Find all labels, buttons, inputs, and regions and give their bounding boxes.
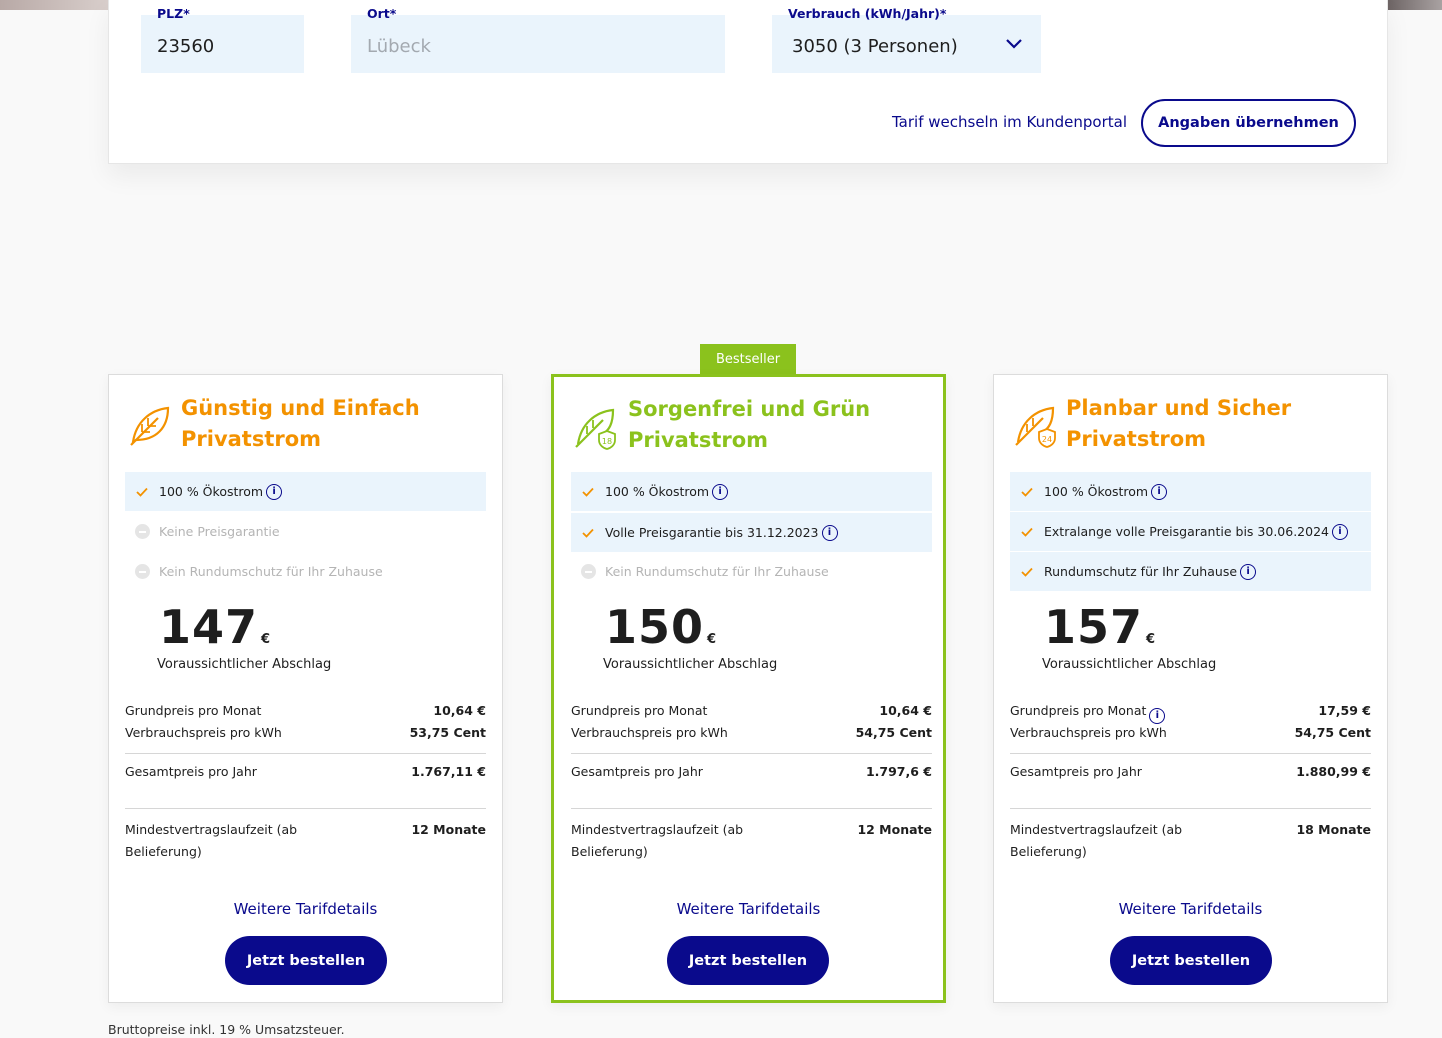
feature-label: 100 % Ökostrom — [1044, 484, 1149, 499]
feature-preisgarantie: Keine Preisgarantie — [125, 512, 486, 551]
feature-rundumschutz: Rundumschutz für Ihr Zuhause i — [1010, 552, 1371, 591]
chevron-down-icon — [1006, 39, 1022, 49]
tariff-title-line2: Privatstrom — [181, 427, 322, 451]
laufzeit-row: Mindestvertragslaufzeit (ab Belieferung) 1… — [125, 822, 486, 859]
feature-rundumschutz: Kein Rundumschutz für Ihr Zuhause — [125, 552, 486, 591]
leaf-shield-icon: 18 — [575, 408, 616, 450]
feature-preisgarantie: Volle Preisgarantie bis 31.12.2023 i — [571, 513, 932, 552]
ort-label: Ort* — [367, 6, 397, 21]
plz-field[interactable]: PLZ* 23560 — [141, 6, 304, 73]
minus-icon — [580, 564, 596, 579]
bestseller-badge: Bestseller — [700, 344, 796, 375]
tarifdetails-link[interactable]: Weitere Tarifdetails — [554, 900, 943, 918]
price-amount: 150 € — [605, 600, 717, 654]
tarifdetails-link[interactable]: Weitere Tarifdetails — [109, 900, 502, 918]
tariff-card-planbar: 24 Planbar und Sicher Privatstrom 100 % … — [993, 374, 1388, 1003]
grundpreis-row: Grundpreis pro Monat i 17,59 € — [1010, 703, 1371, 724]
feature-label: Kein Rundumschutz für Ihr Zuhause — [159, 564, 383, 579]
info-icon[interactable]: i — [821, 524, 838, 541]
tariff-card-guenstig: Günstig und Einfach Privatstrom 100 % Ök… — [108, 374, 503, 1003]
order-button[interactable]: Jetzt bestellen — [225, 936, 387, 985]
verbrauch-select[interactable]: Verbrauch (kWh/Jahr)* 3050 (3 Personen) — [772, 6, 1041, 73]
kundenportal-link[interactable]: Tarif wechseln im Kundenportal — [892, 113, 1127, 131]
divider — [125, 753, 486, 754]
currency-symbol: € — [261, 632, 271, 647]
laufzeit-row: Mindestvertragslaufzeit (ab Belieferung) 1… — [571, 822, 932, 859]
check-icon — [1021, 487, 1033, 497]
check-icon — [582, 487, 594, 497]
gesamtpreis-row: Gesamtpreis pro Jahr 1.880,99 € — [1010, 764, 1371, 779]
verbrauch-value: 3050 (3 Personen) — [792, 36, 958, 57]
feature-label: 100 % Ökostrom — [159, 484, 264, 499]
icon-number: 18 — [602, 437, 612, 446]
feature-oekostrom: 100 % Ökostrom i — [125, 472, 486, 511]
verbrauchspreis-row: Verbrauchspreis pro kWh 54,75 Cent — [571, 725, 932, 740]
tariff-title-line1: Sorgenfrei und Grün — [628, 397, 871, 421]
order-button[interactable]: Jetzt bestellen — [667, 936, 829, 985]
info-icon[interactable]: i — [1331, 523, 1348, 540]
tariff-title-line2: Privatstrom — [628, 428, 769, 452]
minus-icon — [134, 564, 150, 579]
tariff-search-form: PLZ* 23560 Ort* Lübeck Verbrauch (kWh/Ja… — [108, 0, 1388, 164]
tariff-title-line1: Planbar und Sicher — [1066, 396, 1292, 420]
feature-label: Volle Preisgarantie bis 31.12.2023 — [605, 525, 819, 540]
laufzeit-row: Mindestvertragslaufzeit (ab Belieferung) 1… — [1010, 822, 1371, 859]
verbrauchspreis-row: Verbrauchspreis pro kWh 53,75 Cent — [125, 725, 486, 740]
grundpreis-row: Grundpreis pro Monat 10,64 € — [125, 703, 486, 718]
feature-oekostrom: 100 % Ökostrom i — [571, 472, 932, 511]
feature-label: Extralange volle Preisgarantie bis 30.06… — [1044, 524, 1329, 539]
price-label: Voraussichtlicher Abschlag — [157, 657, 332, 672]
feature-label: Keine Preisgarantie — [159, 524, 280, 539]
currency-symbol: € — [1146, 632, 1156, 647]
apply-button[interactable]: Angaben übernehmen — [1141, 99, 1356, 147]
currency-symbol: € — [707, 632, 717, 647]
divider — [125, 808, 486, 809]
price-label: Voraussichtlicher Abschlag — [1042, 657, 1217, 672]
feature-rundumschutz: Kein Rundumschutz für Ihr Zuhause — [571, 552, 932, 591]
ort-placeholder: Lübeck — [367, 36, 431, 57]
info-icon[interactable]: i — [266, 483, 283, 500]
leaf-shield-icon: 24 — [1015, 406, 1056, 448]
plz-label: PLZ* — [157, 6, 190, 21]
leaf-icon — [130, 406, 170, 446]
check-icon — [136, 487, 148, 497]
tax-footnote: Bruttopreise inkl. 19 % Umsatzsteuer. — [108, 1022, 345, 1037]
info-icon[interactable]: i — [1151, 483, 1168, 500]
divider — [571, 753, 932, 754]
price-amount: 147 € — [159, 600, 271, 654]
verbrauch-label: Verbrauch (kWh/Jahr)* — [788, 6, 947, 21]
tariff-title-line2: Privatstrom — [1066, 427, 1207, 451]
divider — [1010, 808, 1371, 809]
plz-value: 23560 — [157, 36, 215, 57]
feature-oekostrom: 100 % Ökostrom i — [1010, 472, 1371, 511]
feature-label: Kein Rundumschutz für Ihr Zuhause — [605, 564, 829, 579]
price-label: Voraussichtlicher Abschlag — [603, 657, 778, 672]
order-button[interactable]: Jetzt bestellen — [1110, 936, 1272, 985]
divider — [1010, 753, 1371, 754]
tarifdetails-link[interactable]: Weitere Tarifdetails — [994, 900, 1387, 918]
icon-number: 24 — [1042, 435, 1052, 444]
gesamtpreis-row: Gesamtpreis pro Jahr 1.797,6 € — [571, 764, 932, 779]
verbrauchspreis-row: Verbrauchspreis pro kWh 54,75 Cent — [1010, 725, 1371, 740]
ort-field[interactable]: Ort* Lübeck — [351, 6, 725, 73]
gesamtpreis-row: Gesamtpreis pro Jahr 1.767,11 € — [125, 764, 486, 779]
info-icon[interactable]: i — [1240, 563, 1257, 580]
tariff-title-line1: Günstig und Einfach — [181, 396, 420, 420]
check-icon — [1021, 567, 1033, 577]
divider — [571, 808, 932, 809]
feature-label: Rundumschutz für Ihr Zuhause — [1044, 564, 1238, 579]
grundpreis-row: Grundpreis pro Monat 10,64 € — [571, 703, 932, 718]
feature-preisgarantie: Extralange volle Preisgarantie bis 30.06… — [1010, 512, 1371, 551]
tariff-card-sorgenfrei: 18 Sorgenfrei und Grün Privatstrom 100 %… — [551, 374, 946, 1003]
feature-label: 100 % Ökostrom — [605, 484, 710, 499]
check-icon — [1021, 527, 1033, 537]
check-icon — [582, 528, 594, 538]
info-icon[interactable]: i — [712, 483, 729, 500]
price-amount: 157 € — [1044, 600, 1156, 654]
minus-icon — [134, 524, 150, 539]
info-icon[interactable]: i — [1149, 708, 1166, 724]
